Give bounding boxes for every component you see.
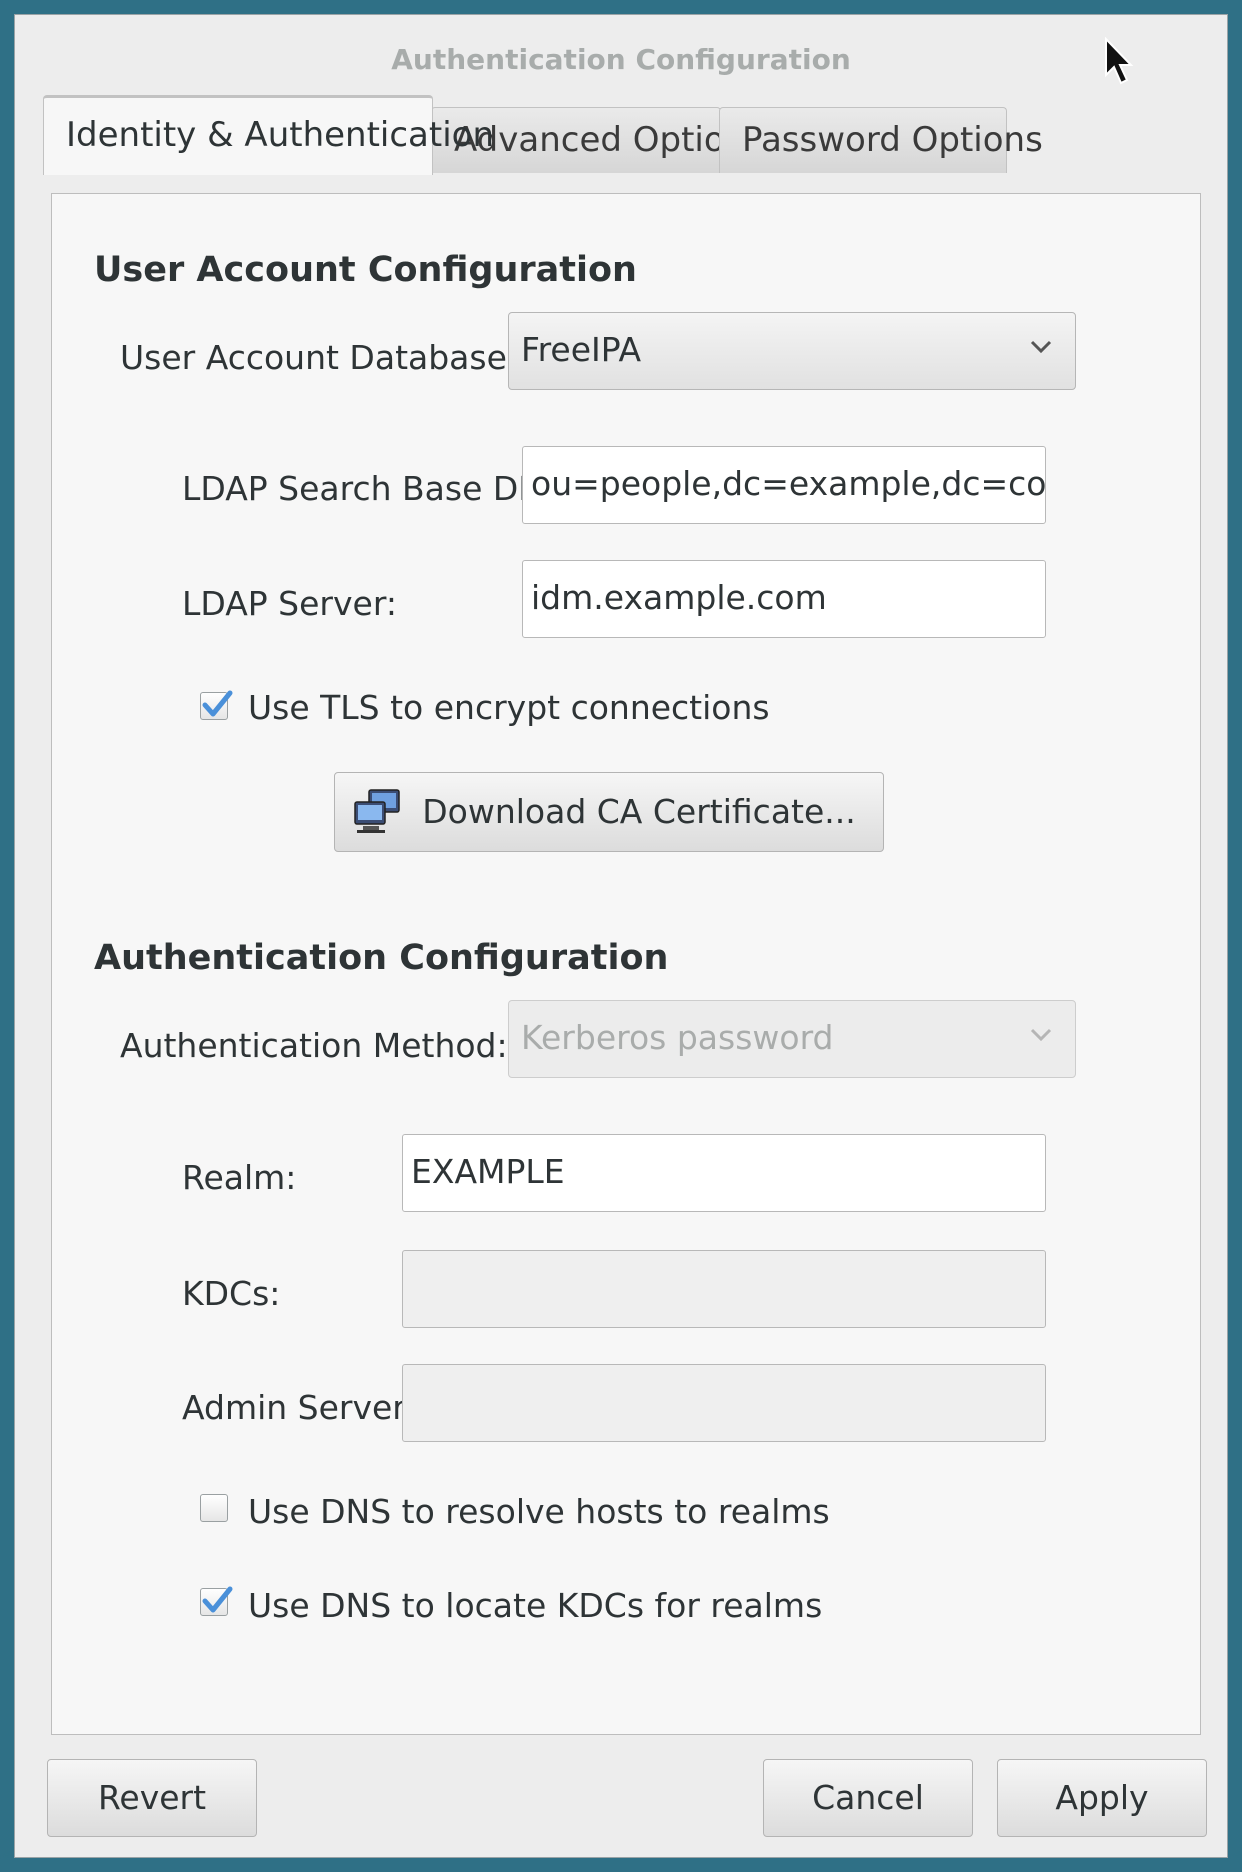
ldap-server-field[interactable]: idm.example.com (522, 560, 1046, 638)
authentication-section-title: Authentication Configuration (94, 938, 669, 978)
network-computers-icon (354, 789, 400, 833)
tab-password-options[interactable]: Password Options (719, 107, 1043, 173)
admin-servers-label: Admin Servers: (182, 1388, 435, 1427)
mouse-cursor-icon (1105, 37, 1134, 85)
ldap-server-label: LDAP Server: (182, 584, 397, 623)
kdcs-label: KDCs: (182, 1274, 281, 1313)
chevron-down-icon (1030, 340, 1052, 354)
user-account-database-combo[interactable]: FreeIPA (508, 312, 1076, 390)
identity-auth-panel: User Account Configuration User Account … (51, 193, 1201, 1735)
kdcs-field[interactable] (402, 1250, 1046, 1328)
checkmark-icon (202, 690, 233, 717)
auth-config-window: Authentication Configuration Identity & … (14, 14, 1228, 1858)
authentication-method-combo[interactable]: Kerberos password (508, 1000, 1076, 1078)
tab-identity-authentication[interactable]: Identity & Authentication (43, 95, 494, 175)
download-ca-certificate-button[interactable]: Download CA Certificate... (334, 772, 884, 852)
ldap-search-base-dn-field[interactable]: ou=people,dc=example,dc=co (522, 446, 1046, 524)
dns-resolve-hosts-label: Use DNS to resolve hosts to realms (248, 1492, 830, 1531)
user-account-database-label: User Account Database: (120, 338, 519, 377)
use-tls-label: Use TLS to encrypt connections (248, 688, 770, 727)
dns-resolve-hosts-checkbox[interactable] (200, 1494, 228, 1522)
apply-button[interactable]: Apply (997, 1759, 1207, 1837)
authentication-method-value: Kerberos password (521, 1018, 834, 1057)
realm-label: Realm: (182, 1158, 297, 1197)
user-account-section-title: User Account Configuration (94, 250, 637, 290)
admin-servers-field[interactable] (402, 1364, 1046, 1442)
dns-locate-kdcs-label: Use DNS to locate KDCs for realms (248, 1586, 823, 1625)
checkmark-icon (202, 1586, 233, 1613)
use-tls-checkbox[interactable] (200, 690, 233, 720)
chevron-down-icon (1030, 1028, 1052, 1042)
download-ca-certificate-label: Download CA Certificate... (422, 792, 856, 831)
cancel-button[interactable]: Cancel (763, 1759, 973, 1837)
dns-locate-kdcs-checkbox[interactable] (200, 1586, 233, 1616)
authentication-method-label: Authentication Method: (120, 1026, 508, 1065)
ldap-search-base-dn-label: LDAP Search Base DN: (182, 469, 555, 508)
realm-field[interactable]: EXAMPLE (402, 1134, 1046, 1212)
revert-button[interactable]: Revert (47, 1759, 257, 1837)
user-account-database-value: FreeIPA (521, 330, 642, 369)
